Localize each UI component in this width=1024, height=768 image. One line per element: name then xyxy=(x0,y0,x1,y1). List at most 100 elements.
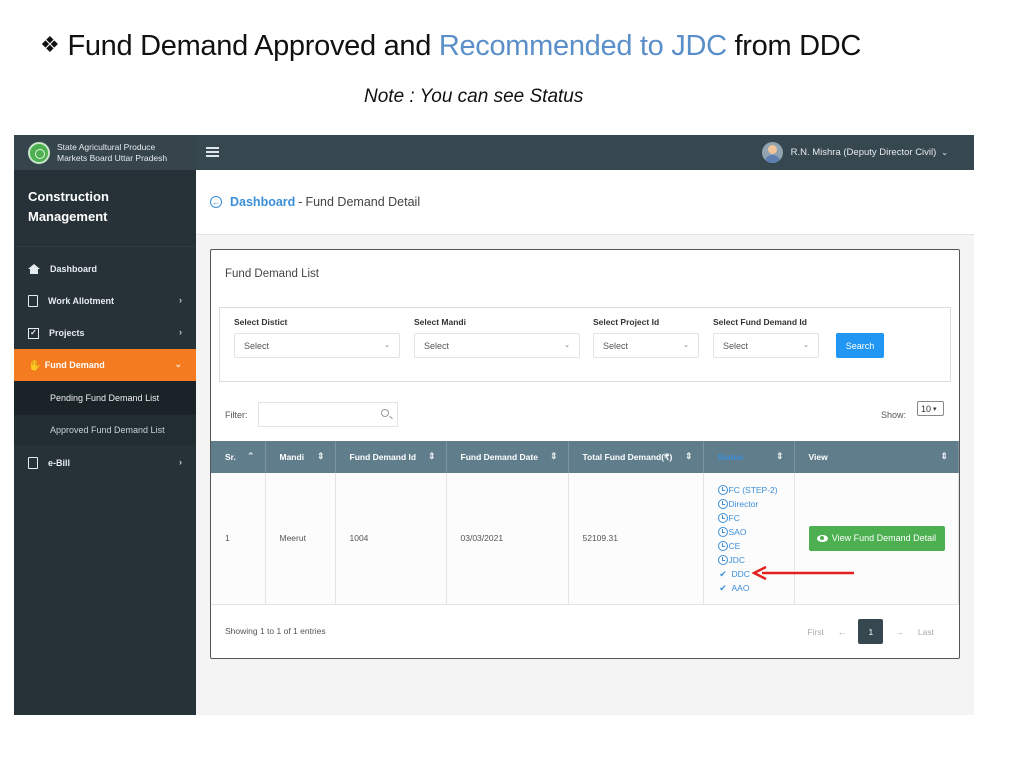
cell-fund-demand-id: 1004 xyxy=(335,473,447,605)
table-header-row: Sr. ⌃ Mandi ⇕ Fund Demand Id ⇕ Fund Demand … xyxy=(211,441,959,473)
brand-line-2: Markets Board Uttar Pradesh xyxy=(57,152,168,163)
pager-last[interactable]: Last xyxy=(918,627,934,637)
project-id-label: Select Project Id xyxy=(593,317,660,327)
chevron-down-icon: ⌄ xyxy=(174,359,182,369)
alarm-clock-icon xyxy=(717,513,728,524)
column-header-status[interactable]: Status ⇕ xyxy=(703,441,795,473)
card-title: Fund Demand List xyxy=(225,268,319,280)
red-annotation-arrow-icon xyxy=(752,566,854,580)
top-navbar: State Agricultural Produce Markets Board… xyxy=(14,135,974,170)
sidebar-subitem-approved[interactable]: Approved Fund Demand List xyxy=(14,415,196,445)
page-size-value: 10 xyxy=(921,403,932,414)
eye-icon xyxy=(816,534,828,542)
cell-sr: 1 xyxy=(211,473,266,605)
check-icon: ✔ xyxy=(719,569,727,580)
column-header-sr[interactable]: Sr. ⌃ xyxy=(211,441,266,473)
chevron-down-icon: ⌄ xyxy=(384,342,390,349)
status-item-fc-step2[interactable]: FC (STEP-2) xyxy=(717,483,794,497)
status-item-fc[interactable]: FC xyxy=(717,511,794,525)
chevron-right-icon: › xyxy=(179,457,182,467)
sidebar-item-fund-demand[interactable]: ✋ Fund Demand ⌄ xyxy=(14,349,196,381)
search-button[interactable]: Search xyxy=(836,333,884,358)
hand-coin-icon: ✋ xyxy=(28,359,42,372)
show-label: Show: xyxy=(881,410,907,420)
alarm-clock-icon xyxy=(717,541,728,552)
status-item-sao[interactable]: SAO xyxy=(717,525,794,539)
back-arrow-icon[interactable]: ← xyxy=(210,196,222,208)
brand-line-1: State Agricultural Produce xyxy=(57,141,156,152)
status-item-ce[interactable]: CE xyxy=(717,539,794,553)
mandi-select[interactable]: Select ⌄ xyxy=(414,333,580,358)
select-value: Select xyxy=(723,340,749,351)
pager-current-page[interactable]: 1 xyxy=(858,619,884,644)
search-icon xyxy=(381,409,389,417)
sidebar-title: Construction Management xyxy=(14,170,196,247)
district-filter: Select Distict Select ⌄ xyxy=(234,317,400,358)
status-item-aao[interactable]: ✔ AAO xyxy=(718,581,794,595)
column-label: Fund Demand Id xyxy=(349,452,417,462)
alarm-clock-icon xyxy=(717,555,728,566)
sidebar-item-e-bill[interactable]: e-Bill › xyxy=(14,447,196,479)
table-row: 1 Meerut 1004 03/03/2021 52109.31 FC (ST… xyxy=(211,473,959,605)
column-header-view[interactable]: View ⇕ xyxy=(794,441,959,473)
pager-prev-icon[interactable]: ← xyxy=(838,627,847,637)
column-label: Mandi xyxy=(279,452,305,462)
sidebar-item-dashboard[interactable]: Dashboard xyxy=(14,253,196,285)
sidebar-item-projects[interactable]: ✓ Projects › xyxy=(14,317,196,349)
pager-next-icon[interactable]: → xyxy=(895,627,904,637)
sort-icon: ⇕ xyxy=(427,451,436,461)
project-id-select[interactable]: Select ⌄ xyxy=(593,333,699,358)
slide-note: Note : You can see Status xyxy=(364,86,584,107)
menu-toggle-icon[interactable] xyxy=(206,147,219,158)
sidebar-subitem-pending[interactable]: Pending Fund Demand List xyxy=(14,381,196,415)
mandi-label: Select Mandi xyxy=(414,317,466,327)
chevron-right-icon: › xyxy=(179,295,182,305)
sort-icon: ⇕ xyxy=(316,451,325,461)
status-label: AAO xyxy=(731,583,750,594)
sidebar-item-work-allotment[interactable]: Work Allotment › xyxy=(14,285,196,317)
view-fund-demand-detail-button[interactable]: View Fund Demand Detail xyxy=(808,525,945,551)
column-header-mandi[interactable]: Mandi ⇕ xyxy=(265,441,336,473)
filter-label: Filter: xyxy=(225,410,248,420)
chevron-right-icon: › xyxy=(179,327,182,337)
column-header-fund-demand-id[interactable]: Fund Demand Id ⇕ xyxy=(335,441,447,473)
breadcrumb-current: Fund Demand Detail xyxy=(305,195,421,209)
cell-mandi: Meerut xyxy=(265,473,336,605)
status-label: JDC xyxy=(728,555,746,566)
chevron-down-icon: ▾ xyxy=(933,405,937,413)
status-label: CE xyxy=(728,541,741,552)
column-header-total[interactable]: Total Fund Demand(₹) ⇕ xyxy=(568,441,704,473)
sort-icon: ⇕ xyxy=(775,451,784,461)
fund-demand-card: Fund Demand List Select Distict Select ⌄ … xyxy=(210,249,960,659)
fund-demand-submenu: Pending Fund Demand List Approved Fund D… xyxy=(14,381,196,445)
title-text-part2: from DDC xyxy=(726,30,862,62)
district-label: Select Distict xyxy=(234,317,288,327)
column-label: Sr. xyxy=(225,452,236,462)
button-label: View Fund Demand Detail xyxy=(831,533,937,544)
breadcrumb: ← Dashboard - Fund Demand Detail xyxy=(196,170,974,235)
select-value: Select xyxy=(603,340,629,351)
column-label: Fund Demand Date xyxy=(460,452,538,462)
cell-status: FC (STEP-2) Director FC SAO CE JDC ✔ DDC … xyxy=(703,473,795,605)
brand[interactable]: State Agricultural Produce Markets Board… xyxy=(14,135,196,170)
document-icon xyxy=(28,295,38,307)
cell-view: View Fund Demand Detail xyxy=(794,473,959,605)
title-highlight: Recommended to JDC xyxy=(438,30,727,62)
fund-demand-id-select[interactable]: Select ⌄ xyxy=(713,333,819,358)
breadcrumb-dashboard-link[interactable]: Dashboard xyxy=(230,195,295,209)
alarm-clock-icon xyxy=(717,499,728,510)
status-item-director[interactable]: Director xyxy=(717,497,794,511)
district-select[interactable]: Select ⌄ xyxy=(234,333,400,358)
chevron-down-icon: ⌄ xyxy=(941,148,948,157)
filter-input[interactable] xyxy=(258,402,398,427)
user-menu[interactable]: R.N. Mishra (Deputy Director Civil) ⌄ xyxy=(761,142,948,163)
alarm-clock-icon xyxy=(717,527,728,538)
chevron-down-icon: ⌄ xyxy=(803,342,809,349)
cell-date: 03/03/2021 xyxy=(446,473,569,605)
page-size-select[interactable]: 10 ▾ xyxy=(917,401,944,416)
status-label: FC xyxy=(728,513,740,524)
status-label: Director xyxy=(728,499,759,510)
pager-first[interactable]: First xyxy=(807,627,824,637)
column-header-fund-demand-date[interactable]: Fund Demand Date ⇕ xyxy=(446,441,569,473)
check-icon: ✔ xyxy=(719,583,727,594)
